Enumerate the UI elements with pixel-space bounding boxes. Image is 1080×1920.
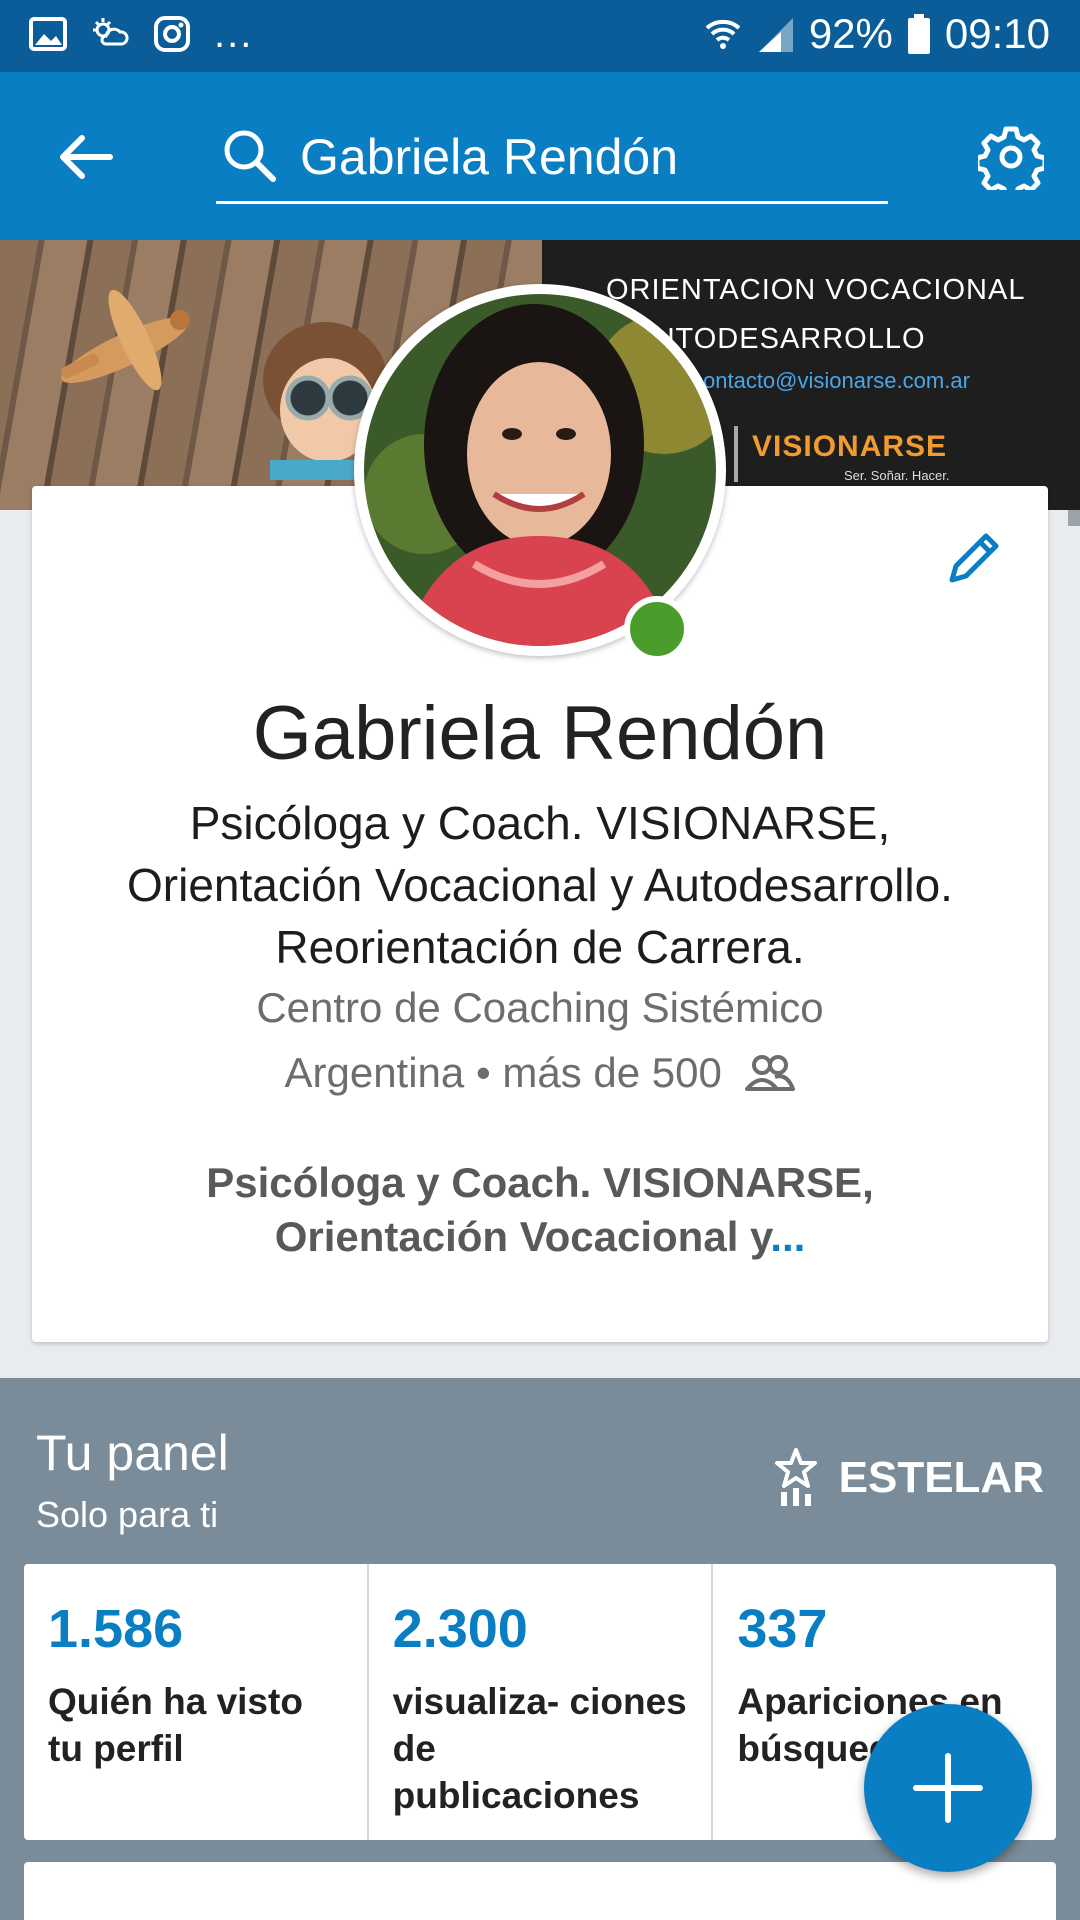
profile-company: Centro de Coaching Sistémico (256, 984, 824, 1031)
instagram-icon (154, 16, 190, 52)
online-status-indicator (624, 596, 690, 662)
add-fab-button[interactable] (864, 1704, 1032, 1872)
next-section-card (24, 1862, 1056, 1920)
location-row: Argentina • más de 500 (0, 1046, 1080, 1097)
stat-profile-views[interactable]: 1.586 Quién ha visto tu perfil (24, 1564, 369, 1840)
stat-value: 1.586 (48, 1599, 184, 1659)
image-icon (29, 17, 67, 51)
scrollbar[interactable] (1068, 510, 1080, 526)
banner-email: contacto@visionarse.com.ar (692, 368, 970, 393)
app-bar: Gabriela Rendón (0, 72, 1080, 240)
summary-more[interactable]: ... (770, 1213, 805, 1260)
avatar-portrait (364, 294, 716, 646)
search-icon (224, 130, 276, 182)
stat-label: Quién ha visto tu perfil (48, 1681, 303, 1769)
gear-icon[interactable] (978, 124, 1044, 190)
estelar-button[interactable]: ESTELAR (773, 1448, 1044, 1508)
clock: 09:10 (944, 10, 1050, 57)
stat-label: visualiza- ciones de publicaciones (392, 1681, 687, 1816)
profile-headline: Psicóloga y Coach. VISIONARSE, Orientaci… (127, 797, 953, 973)
weather-icon (93, 18, 129, 46)
banner-brand: VISIONARSE (752, 430, 948, 463)
avatar (364, 294, 716, 646)
separator-dot: • (475, 1048, 491, 1096)
status-bar: ... 92% 09:10 (0, 0, 1080, 72)
stat-post-views[interactable]: 2.300 visualiza- ciones de publicaciones (369, 1564, 714, 1840)
stat-value: 337 (737, 1599, 828, 1659)
plus-icon (913, 1753, 983, 1823)
toy-plane-image (60, 289, 190, 391)
banner-tagline: Ser. Soñar. Hacer. (844, 468, 950, 483)
wifi-icon (705, 19, 741, 49)
status-overflow: ... (214, 12, 254, 56)
banner-title-line1: ORIENTACION VOCACIONAL (606, 274, 1026, 306)
stat-value: 2.300 (392, 1599, 528, 1659)
battery-icon (907, 14, 930, 54)
profile-summary[interactable]: Psicóloga y Coach. VISIONARSE, Orientaci… (150, 1156, 930, 1264)
dashboard-subtitle: Solo para ti (36, 1494, 219, 1535)
battery-percent: 92% (808, 10, 893, 57)
connections-count: más de 500 (502, 1048, 722, 1096)
dashboard-title: Tu panel (36, 1425, 229, 1481)
edit-pencil-icon[interactable] (938, 524, 1008, 594)
search-input[interactable]: Gabriela Rendón (216, 116, 888, 204)
search-query: Gabriela Rendón (300, 129, 679, 185)
estelar-label: ESTELAR (838, 1453, 1044, 1502)
star-icon (774, 1448, 817, 1506)
connections-icon[interactable] (744, 1053, 796, 1093)
profile-name: Gabriela Rendón (252, 691, 828, 776)
signal-icon (758, 18, 793, 52)
profile-location: Argentina (284, 1048, 465, 1096)
back-arrow-icon[interactable] (50, 122, 120, 192)
brand-divider (734, 426, 738, 482)
